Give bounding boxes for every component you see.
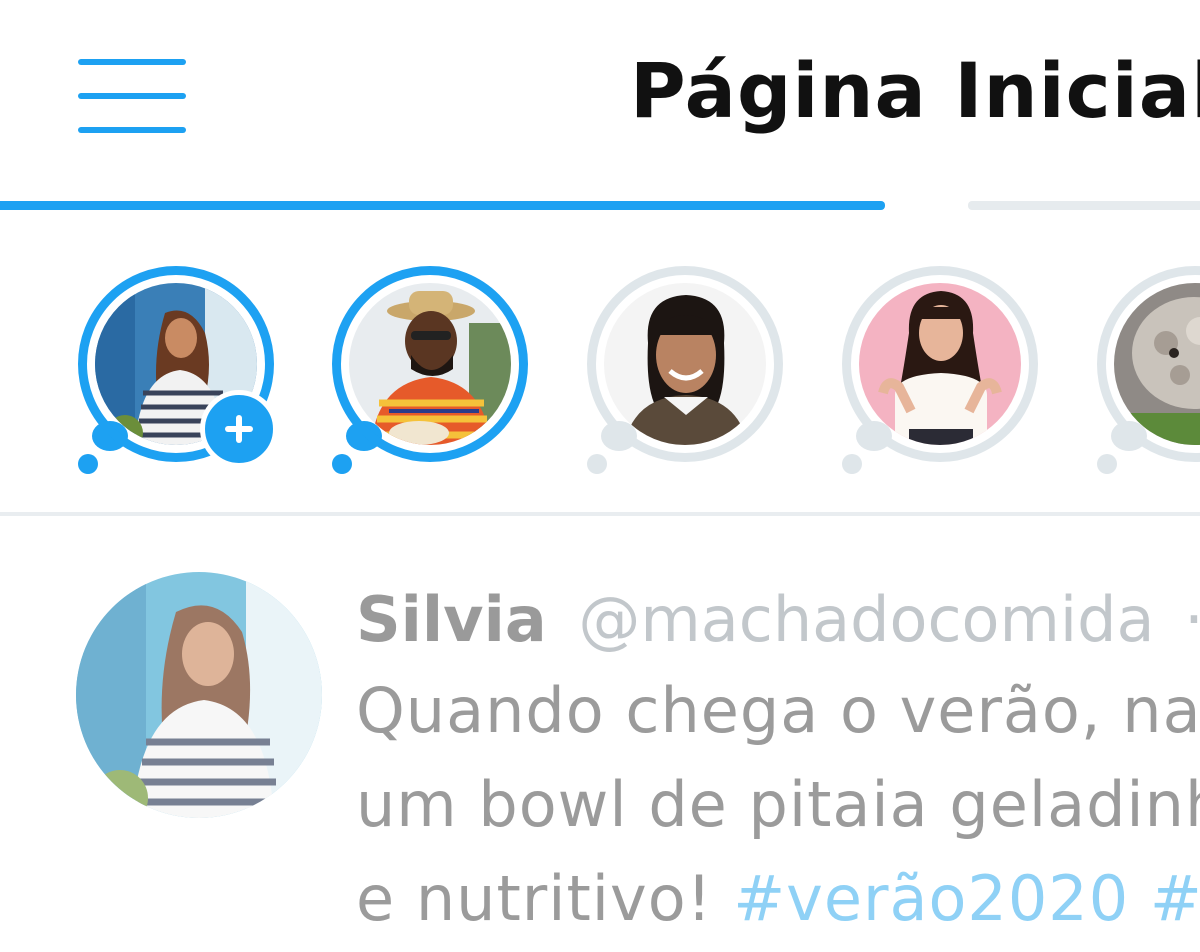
story-man-hat[interactable] <box>332 266 528 476</box>
story-avatar-man-hat <box>349 283 511 445</box>
divider <box>0 512 1200 516</box>
tweet-text-line: Quando chega o verão, na <box>356 674 1200 747</box>
tab-indicator-active[interactable] <box>0 201 885 210</box>
hashtag-link[interactable]: #verão2020 <box>733 862 1129 935</box>
page-title: Página Inicial <box>630 46 1200 135</box>
tweet-header: Silvia @machadocomida · <box>356 580 1200 660</box>
story-avatar-woman-pink <box>859 283 1021 445</box>
tweet-author-name[interactable]: Silvia <box>356 583 547 656</box>
story-avatar-woman-bangs <box>604 283 766 445</box>
hashtag-link[interactable]: #f <box>1150 862 1200 935</box>
top-bar: Página Inicial <box>0 0 1200 190</box>
story-woman-pink[interactable] <box>842 266 1038 476</box>
avatar[interactable] <box>76 572 322 818</box>
tab-indicator-inactive[interactable] <box>968 201 1200 210</box>
tweet-author-handle[interactable]: @machadocomida <box>578 583 1154 656</box>
home-screen: Página Inicial Silvia @machadocomida Qua… <box>0 0 1200 952</box>
add-story-button[interactable] <box>200 390 278 468</box>
stories-row <box>0 258 1200 478</box>
tweet[interactable]: Silvia @machadocomida · Quando chega o v… <box>0 540 1200 952</box>
menu-button[interactable] <box>76 56 188 140</box>
story-woman-bangs[interactable] <box>587 266 783 476</box>
tweet-text: Quando chega o verão, na um bowl de pita… <box>356 664 1200 946</box>
tweet-text-fragment: e nutritivo! <box>356 862 734 935</box>
tweet-separator: · <box>1184 583 1200 656</box>
story-dog[interactable] <box>1097 266 1200 476</box>
story-own[interactable] <box>78 266 278 476</box>
tweet-text-line: um bowl de pitaia geladinh <box>356 768 1200 841</box>
tweet-text-line: e nutritivo! #verão2020 #f <box>356 852 1200 946</box>
